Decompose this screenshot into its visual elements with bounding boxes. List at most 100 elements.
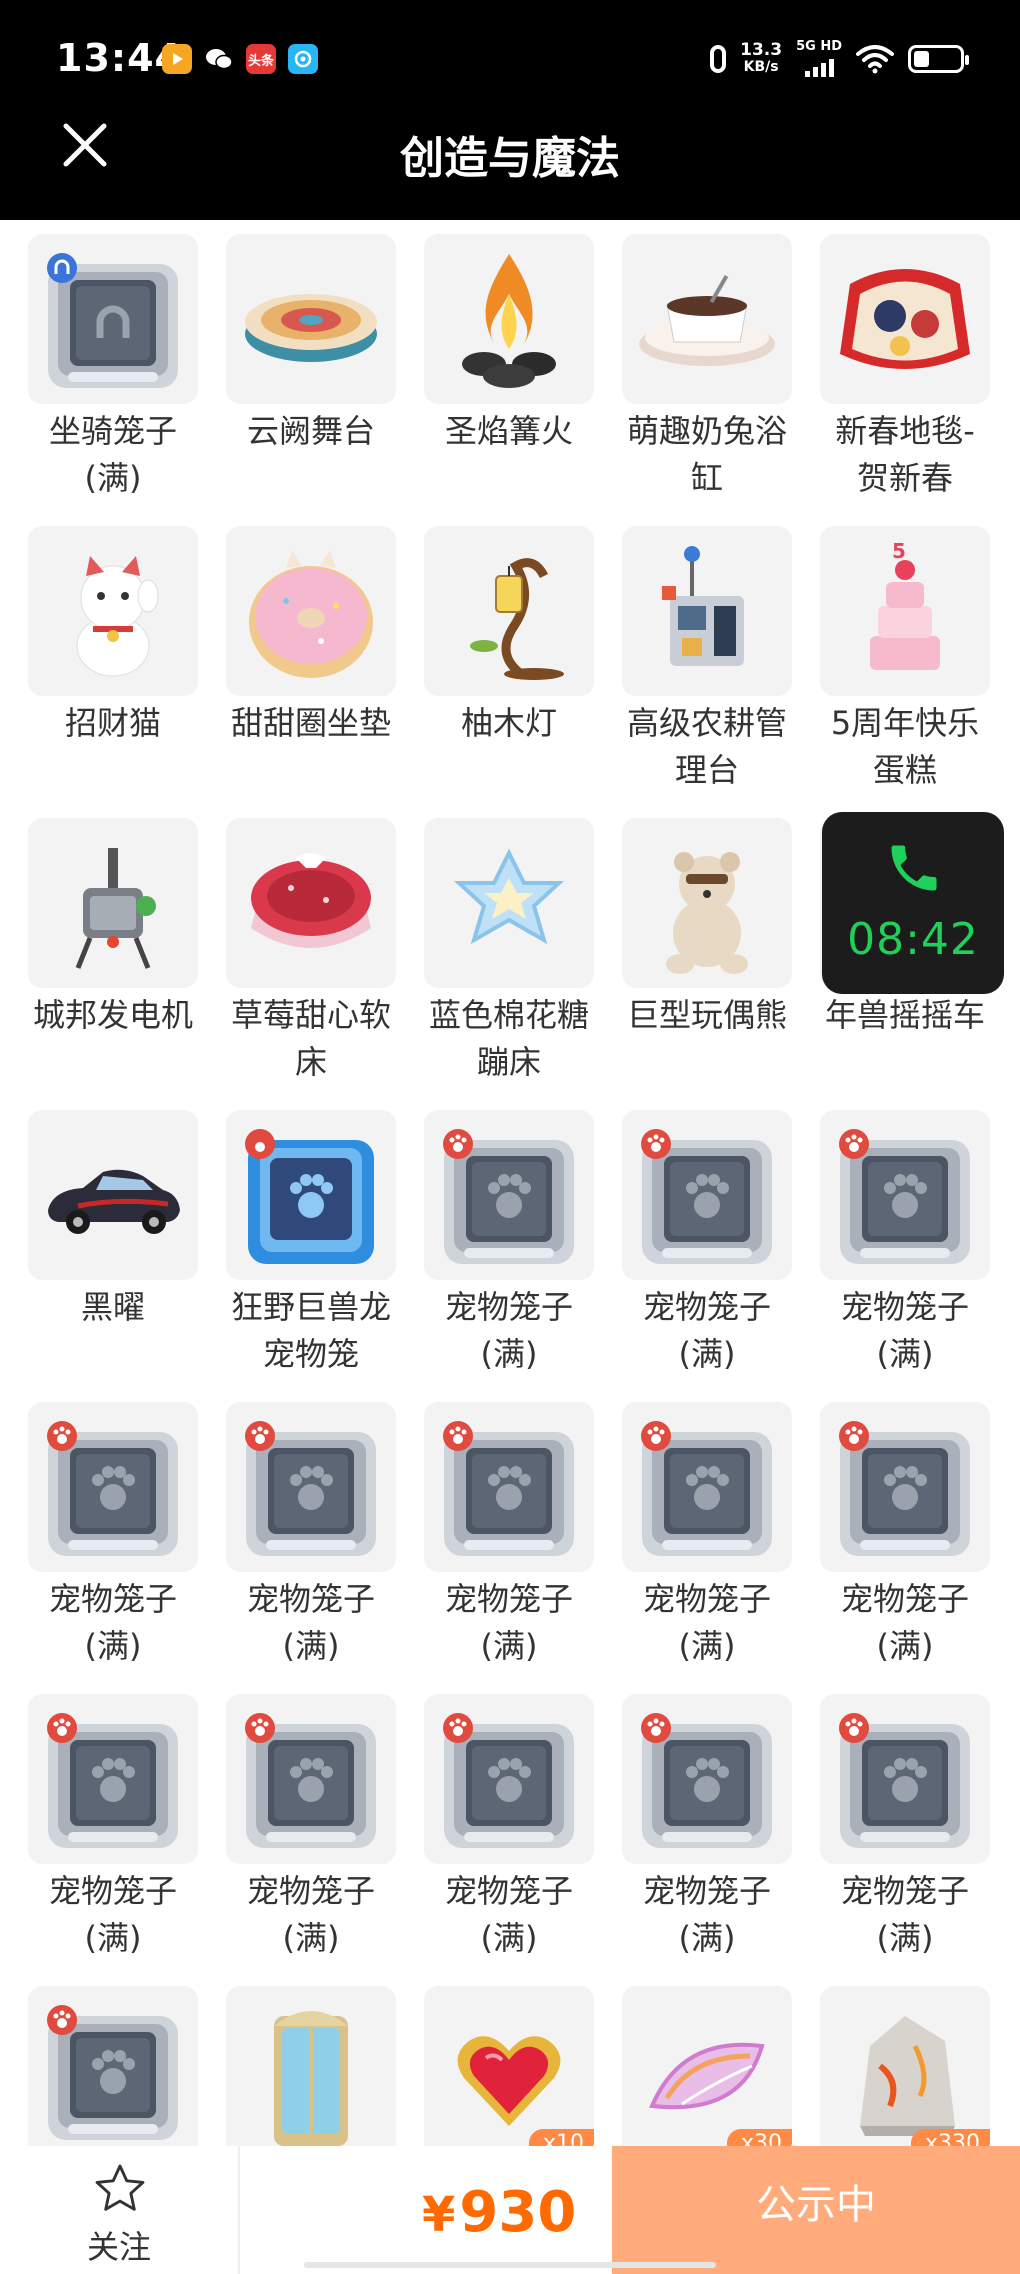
bunny-bathtub-icon (639, 275, 775, 366)
grid-item[interactable]: 宠物笼子 (满) (396, 1388, 594, 1680)
item-name: 招财猫 (64, 704, 161, 742)
grid-item[interactable]: 蓝色棉花糖 蹦床 (396, 804, 594, 1096)
pet-cage-icon (839, 1421, 970, 1556)
item-name: 坐骑笼子 (满) (48, 412, 177, 497)
grid-item[interactable]: 宠物笼子 (满) (0, 1388, 198, 1680)
item-name: 宠物笼子 (满) (444, 1288, 573, 1373)
price-currency: ¥ (422, 2187, 456, 2243)
teddy-bear-icon (666, 852, 748, 974)
pet-cage-icon (245, 1713, 376, 1848)
grid-item[interactable] (0, 1972, 198, 2150)
heart-gem-icon (457, 2036, 561, 2126)
item-thumbnail (28, 526, 198, 696)
grid-item[interactable]: 宠物笼子 (满) (792, 1388, 990, 1680)
item-name: 宠物笼子 (满) (246, 1872, 375, 1957)
item-thumbnail (424, 526, 594, 696)
item-name: 宠物笼子 (满) (246, 1580, 375, 1665)
wardrobe-icon (274, 2011, 348, 2146)
grid-item[interactable]: 高级农耕管 理台 (594, 512, 792, 804)
grid-item[interactable]: 萌趣奶兔浴 缸 (594, 220, 792, 512)
network-speed-unit: KB/s (743, 58, 779, 75)
item-thumbnail: 5 (820, 526, 990, 696)
status-right: 13.3 KB/s 5G HD (710, 40, 969, 77)
grid-item[interactable]: 狂野巨兽龙 宠物笼 (198, 1096, 396, 1388)
item-thumbnail (226, 526, 396, 696)
call-overlay[interactable]: 08:42 (822, 812, 1004, 994)
network-type: 5G HD (796, 39, 842, 54)
pet-cage-icon (47, 2005, 178, 2140)
item-name: 宠物笼子 (满) (840, 1288, 969, 1373)
star-icon (95, 2164, 145, 2211)
item-thumbnail (622, 1110, 792, 1280)
item-thumbnail (28, 1110, 198, 1280)
follow-label: 关注 (86, 2228, 151, 2266)
grid-item[interactable]: 宠物笼子 (满) (792, 1680, 990, 1972)
wechat-icon (204, 44, 234, 74)
battery-level (914, 50, 930, 67)
home-indicator[interactable] (304, 2262, 716, 2268)
grid-item[interactable]: 甜甜圈坐垫 (198, 512, 396, 804)
item-name: 黑曜 (80, 1288, 145, 1326)
grid-item[interactable]: 宠物笼子 (满) (396, 1680, 594, 1972)
grid-item[interactable]: 招财猫 (0, 512, 198, 804)
grid-item[interactable]: 宠物笼子 (满) (0, 1680, 198, 1972)
page-title: 创造与魔法 (400, 133, 620, 184)
crystal-slice-icon (649, 2042, 765, 2110)
grid-item[interactable]: x30 (594, 1972, 792, 2150)
item-name: 萌趣奶兔浴 缸 (626, 412, 787, 497)
item-name: 年兽摇摇车 (824, 996, 985, 1034)
follow-button[interactable]: 关注 (0, 2146, 240, 2274)
item-name: 宠物笼子 (满) (840, 1580, 969, 1665)
item-grid: 坐骑笼子 (满) 云阙舞台 圣焰篝火 萌趣奶兔浴 缸新春地毯- 贺新春招财猫 甜甜圈坐垫… (0, 220, 1020, 2150)
grid-item[interactable]: 坐骑笼子 (满) (0, 220, 198, 512)
item-thumbnail (226, 818, 396, 988)
grid-item[interactable]: 草莓甜心软 床 (198, 804, 396, 1096)
item-thumbnail (622, 1402, 792, 1572)
grid-item[interactable]: 5 5周年快乐 蛋糕 (792, 512, 990, 804)
price: ¥930 (422, 2180, 576, 2245)
grid-item[interactable] (198, 1972, 396, 2150)
item-name: 新春地毯- 贺新春 (835, 412, 975, 497)
battery-icon (908, 44, 969, 73)
grid-item[interactable]: 宠物笼子 (满) (792, 1096, 990, 1388)
grid-item[interactable]: 宠物笼子 (满) (594, 1388, 792, 1680)
grid-item[interactable]: 巨型玩偶熊 (594, 804, 792, 1096)
grid-item[interactable]: 黑曜 (0, 1096, 198, 1388)
item-name: 巨型玩偶熊 (626, 996, 787, 1034)
item-thumbnail (424, 1694, 594, 1864)
grid-item[interactable]: 宠物笼子 (满) (594, 1096, 792, 1388)
signal-icon (804, 55, 834, 77)
signal-block: 5G HD (796, 40, 842, 77)
public-notice-button[interactable]: 公示中 (612, 2146, 1020, 2274)
item-thumbnail (226, 1110, 396, 1280)
trampoline-icon (453, 848, 565, 945)
item-name: 宠物笼子 (满) (444, 1580, 573, 1665)
pet-cage-icon (47, 1421, 178, 1556)
grid-item[interactable]: x330 (792, 1972, 990, 2150)
item-name: 宠物笼子 (满) (642, 1288, 771, 1373)
grid-item[interactable]: 宠物笼子 (满) (198, 1680, 396, 1972)
item-thumbnail (622, 234, 792, 404)
item-name: 高级农耕管 理台 (626, 704, 787, 789)
grid-item[interactable]: x10 (396, 1972, 594, 2150)
grid-item[interactable]: 柚木灯 (396, 512, 594, 804)
item-name: 城邦发电机 (32, 996, 193, 1034)
item-name: 宠物笼子 (满) (840, 1872, 969, 1957)
pet-cage-icon (839, 1129, 970, 1264)
grid-item[interactable]: 宠物笼子 (满) (396, 1096, 594, 1388)
item-thumbnail (28, 818, 198, 988)
item-thumbnail (622, 1694, 792, 1864)
grid-item[interactable]: 云阙舞台 (198, 220, 396, 512)
item-name: 云阙舞台 (246, 412, 375, 450)
item-name: 5周年快乐 蛋糕 (830, 704, 980, 789)
grid-item[interactable]: 城邦发电机 (0, 804, 198, 1096)
farm-console-icon (662, 546, 744, 666)
grid-item[interactable]: 圣焰篝火 (396, 220, 594, 512)
item-name: 宠物笼子 (满) (642, 1872, 771, 1957)
grid-item[interactable]: 宠物笼子 (满) (594, 1680, 792, 1972)
item-name: 狂野巨兽龙 宠物笼 (230, 1288, 391, 1373)
grid-item[interactable]: 宠物笼子 (满) (198, 1388, 396, 1680)
dragon-pet-cage-icon (245, 1129, 374, 1264)
grid-item[interactable]: 新春地毯- 贺新春 (792, 220, 990, 512)
pet-cage-icon (641, 1713, 772, 1848)
